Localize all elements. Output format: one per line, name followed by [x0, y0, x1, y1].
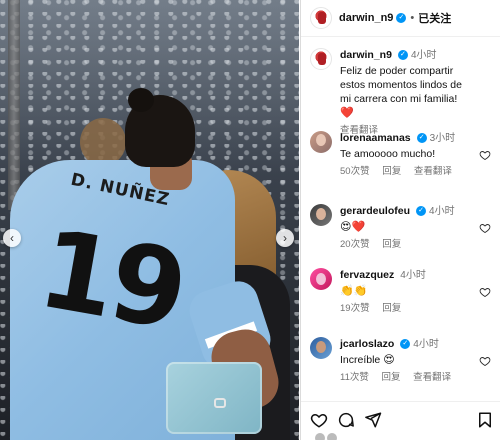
- save-button[interactable]: [476, 411, 494, 429]
- stadium-pole: [8, 0, 20, 210]
- comment-text: 😍❤️: [340, 220, 473, 234]
- like-button[interactable]: [310, 411, 328, 429]
- bag-logo: [214, 398, 226, 408]
- heart-icon: [479, 224, 491, 234]
- comment-username[interactable]: fervazquez: [340, 269, 394, 281]
- comment-like-button[interactable]: [479, 286, 491, 298]
- see-translation-link[interactable]: 查看翻译: [413, 372, 451, 383]
- comment-time[interactable]: 3小时: [430, 133, 456, 144]
- comment-username[interactable]: jcarloslazo: [340, 338, 394, 350]
- caption-text-body: Feliz de poder compartir estos momentos …: [340, 65, 462, 105]
- avatar[interactable]: [310, 7, 332, 29]
- comment-meta: 50次赞 回复 查看翻译: [340, 165, 473, 179]
- comment-item: jcarloslazo ✓ 4小时 Increíble 😍 11次赞 回复 查看翻译: [310, 337, 491, 401]
- comment-meta: 19次赞 回复: [340, 302, 473, 316]
- reply-button[interactable]: 回复: [382, 239, 401, 250]
- liked-by-avatars[interactable]: [315, 433, 337, 440]
- player-hair-bun: [128, 88, 154, 112]
- comment-likes[interactable]: 19次赞: [340, 303, 370, 314]
- comment-emoji: 👏👏: [340, 284, 368, 297]
- comment-username[interactable]: lorenaamanas: [340, 132, 411, 144]
- header-username[interactable]: darwin_n9: [339, 12, 393, 24]
- comment-text: Te amooooo mucho!: [340, 148, 436, 160]
- heart-icon: [479, 151, 491, 161]
- comment-icon: [338, 412, 354, 428]
- chevron-left-icon: ‹: [10, 231, 14, 245]
- avatar: [315, 433, 325, 440]
- comment-text: 👏👏: [340, 284, 473, 298]
- comment-like-button[interactable]: [479, 222, 491, 234]
- comment-button[interactable]: [337, 411, 355, 429]
- header-separator: •: [410, 12, 415, 24]
- comment-emoji: 😍: [383, 353, 395, 366]
- comment-text: Increíble 😍: [340, 353, 473, 367]
- comment-item: fervazquez 4小时 👏👏 19次赞 回复: [310, 268, 491, 337]
- heart-icon: [479, 288, 491, 298]
- comment-emoji: 😍❤️: [340, 220, 366, 233]
- comment-like-button[interactable]: [479, 149, 491, 161]
- verified-badge-icon: ✓: [416, 206, 427, 217]
- verified-badge-icon: ✓: [397, 50, 408, 61]
- verified-badge-icon: ✓: [416, 133, 427, 144]
- share-button[interactable]: [364, 411, 382, 429]
- avatar: [327, 433, 337, 440]
- see-translation-link[interactable]: 查看翻译: [414, 166, 452, 177]
- comment-likes[interactable]: 11次赞: [340, 372, 369, 383]
- comment-time[interactable]: 4小时: [413, 339, 439, 350]
- verified-badge-icon: ✓: [400, 339, 411, 350]
- comment-item: gerardeulofeu ✓ 4小时 😍❤️ 20次赞 回复: [310, 204, 491, 268]
- bookmark-icon: [479, 412, 491, 428]
- comment-item: lorenaamanas ✓ 3小时 Te amooooo mucho! 50次赞 …: [310, 131, 491, 204]
- avatar[interactable]: [310, 131, 332, 153]
- avatar[interactable]: [310, 48, 332, 70]
- comments-list[interactable]: darwin_n9 ✓ 4小时 Feliz de poder compartir e…: [301, 38, 500, 401]
- post-side-panel: darwin_n9 ✓ • 已关注 darwin_n9 ✓ 4小时 Feliz de…: [300, 0, 500, 440]
- comment-meta: 20次赞 回复: [340, 238, 473, 252]
- comment-meta: 11次赞 回复 查看翻译: [340, 371, 473, 385]
- comment-time[interactable]: 4小时: [400, 270, 426, 281]
- comment-likes[interactable]: 20次赞: [340, 239, 370, 250]
- comment-like-button[interactable]: [479, 355, 491, 367]
- comment-time[interactable]: 4小时: [429, 206, 455, 217]
- comment-text-body: Increíble: [340, 354, 384, 366]
- comment-likes[interactable]: 50次赞: [340, 166, 370, 177]
- carousel-prev-button[interactable]: ‹: [3, 229, 21, 247]
- heart-icon: [479, 357, 491, 367]
- verified-badge-icon: ✓: [396, 13, 407, 23]
- share-icon: [365, 412, 382, 428]
- reply-button[interactable]: 回复: [382, 303, 401, 314]
- child-figure: [80, 118, 126, 166]
- post-photo[interactable]: D. NUÑEZ 19 ‹ ›: [0, 0, 299, 440]
- avatar[interactable]: [310, 268, 332, 290]
- caption-username[interactable]: darwin_n9: [340, 49, 392, 61]
- follow-status-button[interactable]: 已关注: [418, 10, 451, 26]
- comment-username[interactable]: gerardeulofeu: [340, 205, 410, 217]
- caption-text: Feliz de poder compartir estos momentos …: [340, 64, 473, 120]
- post-header: darwin_n9 ✓ • 已关注: [301, 0, 500, 37]
- heart-emoji: ❤️: [340, 106, 354, 119]
- reply-button[interactable]: 回复: [382, 166, 401, 177]
- heart-icon: [310, 413, 328, 428]
- avatar[interactable]: [310, 204, 332, 226]
- jersey-number: 19: [30, 206, 193, 355]
- avatar[interactable]: [310, 337, 332, 359]
- carousel-next-button[interactable]: ›: [276, 229, 294, 247]
- chevron-right-icon: ›: [283, 231, 287, 245]
- caption-time[interactable]: 4小时: [411, 50, 437, 61]
- reply-button[interactable]: 回复: [382, 372, 401, 383]
- post-caption: darwin_n9 ✓ 4小时 Feliz de poder compartir e…: [310, 48, 491, 136]
